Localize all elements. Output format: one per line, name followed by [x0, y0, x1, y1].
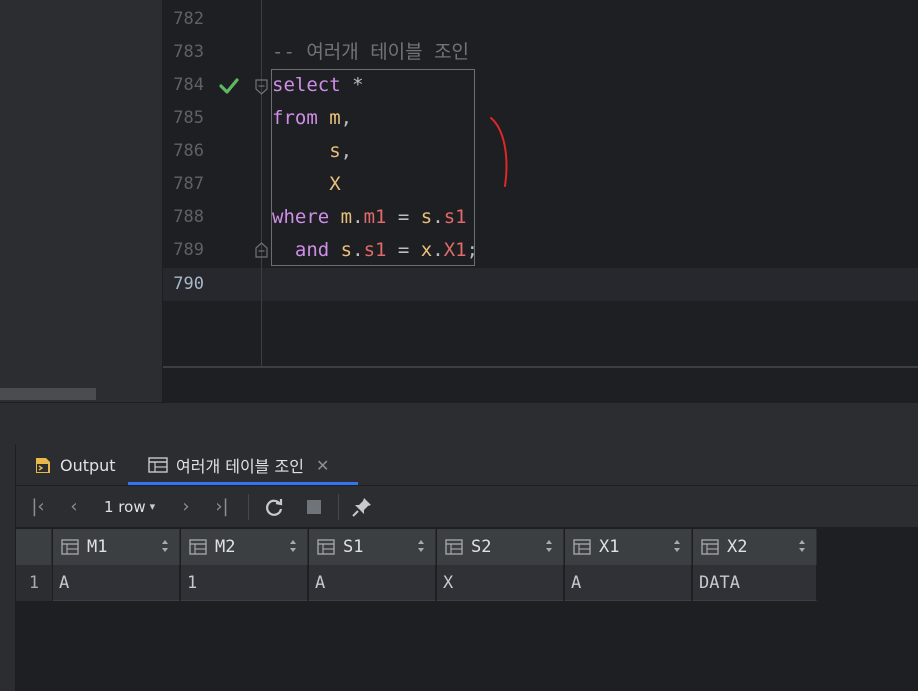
table-cell[interactable]: X	[437, 565, 564, 601]
line-number: 787	[173, 174, 204, 194]
code-line: 790	[163, 268, 918, 301]
tool-strip	[0, 444, 16, 691]
row-count-label: 1 row	[104, 498, 146, 516]
column-name: X2	[727, 537, 748, 557]
sort-icon[interactable]	[673, 539, 681, 553]
project-panel	[0, 0, 162, 402]
sort-icon[interactable]	[289, 539, 297, 553]
table-icon	[148, 457, 168, 473]
column-header[interactable]: M2	[181, 529, 308, 565]
row-count-dropdown[interactable]: 1 row ▾	[104, 497, 155, 517]
row-number-header	[16, 529, 52, 565]
column-icon	[445, 539, 463, 555]
sort-icon[interactable]	[545, 539, 553, 553]
chevron-down-icon: ▾	[149, 500, 156, 513]
code-line: 782	[163, 3, 918, 36]
column-icon	[189, 539, 207, 555]
column-name: M1	[87, 537, 108, 557]
column-header[interactable]: S2	[437, 529, 564, 565]
line-number: 786	[173, 141, 204, 161]
table-cell[interactable]: A	[53, 565, 180, 601]
column-name: M2	[215, 537, 236, 557]
sort-icon[interactable]	[161, 539, 169, 553]
red-annotation-mark	[490, 117, 508, 187]
column-icon	[573, 539, 591, 555]
line-number: 788	[173, 207, 204, 227]
tool-window-splitter[interactable]	[0, 402, 918, 444]
column-header[interactable]: S1	[309, 529, 436, 565]
sql-comment: -- 여러개 테이블 조인	[272, 41, 470, 63]
previous-page-icon[interactable]: ‹	[64, 497, 84, 517]
horizontal-scrollbar[interactable]	[0, 388, 96, 400]
tab-query-result[interactable]: 여러개 테이블 조인 ✕	[128, 444, 358, 486]
check-icon[interactable]	[219, 76, 239, 96]
editor-footer	[163, 366, 918, 402]
stop-icon[interactable]	[304, 497, 324, 517]
column-icon	[61, 539, 79, 555]
column-name: S2	[471, 537, 492, 557]
last-page-icon[interactable]: ›|	[212, 497, 232, 517]
next-page-icon[interactable]: ›	[176, 497, 196, 517]
table-cell[interactable]: A	[309, 565, 436, 601]
fold-end-icon[interactable]	[255, 242, 268, 258]
column-header[interactable]: M1	[53, 529, 180, 565]
active-tab-indicator	[128, 482, 358, 485]
column-icon	[701, 539, 719, 555]
refresh-icon[interactable]	[264, 497, 284, 517]
sort-icon[interactable]	[798, 539, 806, 553]
line-number: 782	[173, 9, 204, 29]
statement-outline	[271, 69, 475, 266]
services-tool-window: Output 여러개 테이블 조인 ✕ |‹ ‹ 1 row ▾ › ›| M1…	[0, 444, 918, 691]
line-number: 785	[173, 108, 204, 128]
toolbar-separator	[338, 494, 339, 520]
column-icon	[317, 539, 335, 555]
table-cell[interactable]: 1	[181, 565, 308, 601]
table-cell[interactable]: DATA	[693, 565, 817, 601]
tab-output[interactable]: Output	[34, 444, 116, 486]
table-cell[interactable]: A	[565, 565, 692, 601]
line-number: 783	[173, 42, 204, 62]
line-number: 789	[173, 240, 204, 260]
sort-icon[interactable]	[417, 539, 425, 553]
result-toolbar: |‹ ‹ 1 row ▾ › ›|	[16, 486, 918, 528]
tab-query-result-label: 여러개 테이블 조인	[176, 457, 304, 476]
column-name: S1	[343, 537, 364, 557]
fold-start-icon[interactable]	[255, 79, 268, 95]
pin-icon[interactable]	[352, 497, 372, 517]
line-number: 790	[173, 274, 204, 294]
tab-bar: Output 여러개 테이블 조인 ✕	[16, 444, 918, 486]
code-editor[interactable]: 782 783 -- 여러개 테이블 조인 784 select * 785 f…	[163, 0, 918, 366]
toolbar-separator	[248, 494, 249, 520]
tab-output-label: Output	[60, 455, 116, 475]
row-number[interactable]: 1	[16, 565, 52, 601]
line-number: 784	[173, 75, 204, 95]
first-page-icon[interactable]: |‹	[28, 497, 48, 517]
column-header[interactable]: X1	[565, 529, 692, 565]
close-icon[interactable]: ✕	[316, 456, 329, 475]
output-icon	[36, 458, 50, 473]
code-line: 783 -- 여러개 테이블 조인	[163, 36, 918, 69]
column-header[interactable]: X2	[693, 529, 817, 565]
column-name: X1	[599, 537, 620, 557]
